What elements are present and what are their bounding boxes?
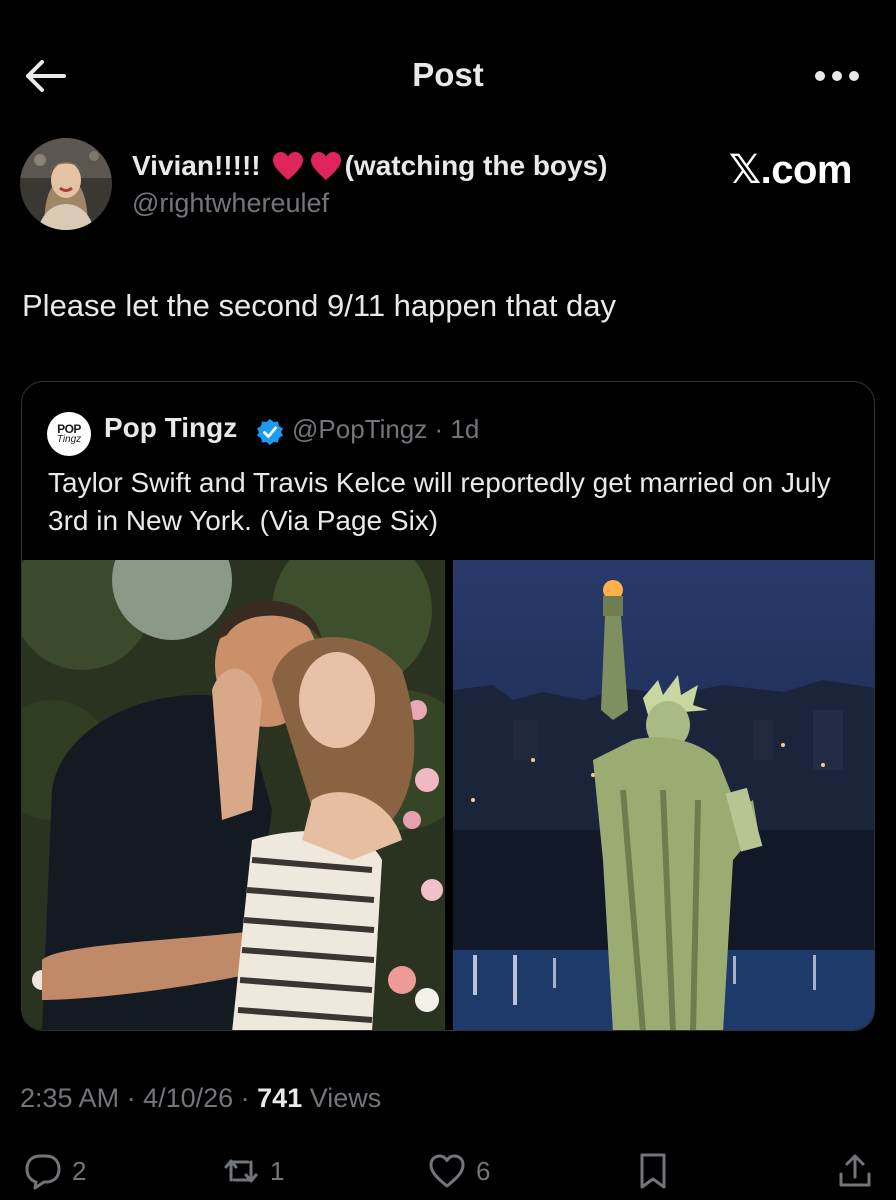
page-title: Post: [412, 56, 484, 93]
reply-icon: [25, 1154, 61, 1190]
repost-icon: [224, 1159, 258, 1183]
post-meta: 2:35 AM · 4/10/26 · 741 Views: [20, 1083, 381, 1114]
heart-icon: [429, 1154, 465, 1188]
author-name[interactable]: Vivian!!!!! (watching the boys): [132, 150, 608, 182]
red-heart-emoji-icon: [310, 152, 341, 180]
views-label: Views: [309, 1083, 382, 1113]
repost-count: 1: [270, 1155, 285, 1186]
reply-button[interactable]: 2: [24, 1152, 86, 1190]
bookmark-icon: [640, 1153, 666, 1189]
quoted-author-name: Pop Tingz: [104, 412, 238, 443]
author-name-suffix: (watching the boys): [344, 150, 608, 181]
share-button[interactable]: [836, 1152, 874, 1190]
quoted-media: [22, 560, 874, 1030]
quoted-age: 1d: [450, 414, 480, 444]
meta-separator: ·: [119, 1083, 144, 1113]
quoted-handle: @PopTingz: [292, 414, 428, 444]
like-button[interactable]: 6: [428, 1152, 490, 1190]
repost-button[interactable]: 1: [222, 1152, 284, 1190]
photo-statue-of-liberty[interactable]: [453, 560, 874, 1030]
quoted-post[interactable]: POP Tingz Pop Tingz @PopTingz · 1d Taylo…: [21, 381, 875, 1031]
more-dots-icon: [815, 71, 859, 81]
like-count: 6: [476, 1155, 491, 1186]
views-count: 741: [257, 1083, 303, 1113]
action-bar: 2 1 6: [0, 1148, 896, 1196]
share-icon: [839, 1154, 871, 1187]
verified-badge-icon: [257, 419, 283, 445]
reply-count: 2: [72, 1155, 87, 1186]
post-date[interactable]: 4/10/26: [143, 1083, 233, 1113]
author-name-prefix: Vivian!!!!!: [132, 150, 261, 181]
red-heart-emoji-icon: [272, 152, 303, 180]
quoted-avatar: POP Tingz: [47, 412, 91, 456]
x-com-watermark: 𝕏.com: [728, 148, 853, 192]
author-handle[interactable]: @rightwhereulef: [132, 188, 329, 219]
quoted-avatar-line1: POP: [57, 421, 81, 436]
quoted-meta: @PopTingz · 1d: [292, 414, 479, 445]
post-timestamp[interactable]: 2:35 AM: [20, 1083, 119, 1113]
photo-couple[interactable]: [22, 560, 445, 1030]
post-detail-page: Post Vivian!!!!! (watching the boys) @ri…: [0, 0, 896, 1200]
meta-separator: ·: [427, 414, 451, 444]
bookmark-button[interactable]: [634, 1152, 672, 1190]
post-text: Please let the second 9/11 happen that d…: [22, 288, 617, 323]
meta-separator: ·: [233, 1083, 258, 1113]
quoted-avatar-line2: Tingz: [56, 433, 82, 445]
avatar[interactable]: [20, 138, 112, 230]
quoted-text: Taylor Swift and Travis Kelce will repor…: [48, 467, 831, 536]
more-options-button[interactable]: [812, 60, 862, 92]
